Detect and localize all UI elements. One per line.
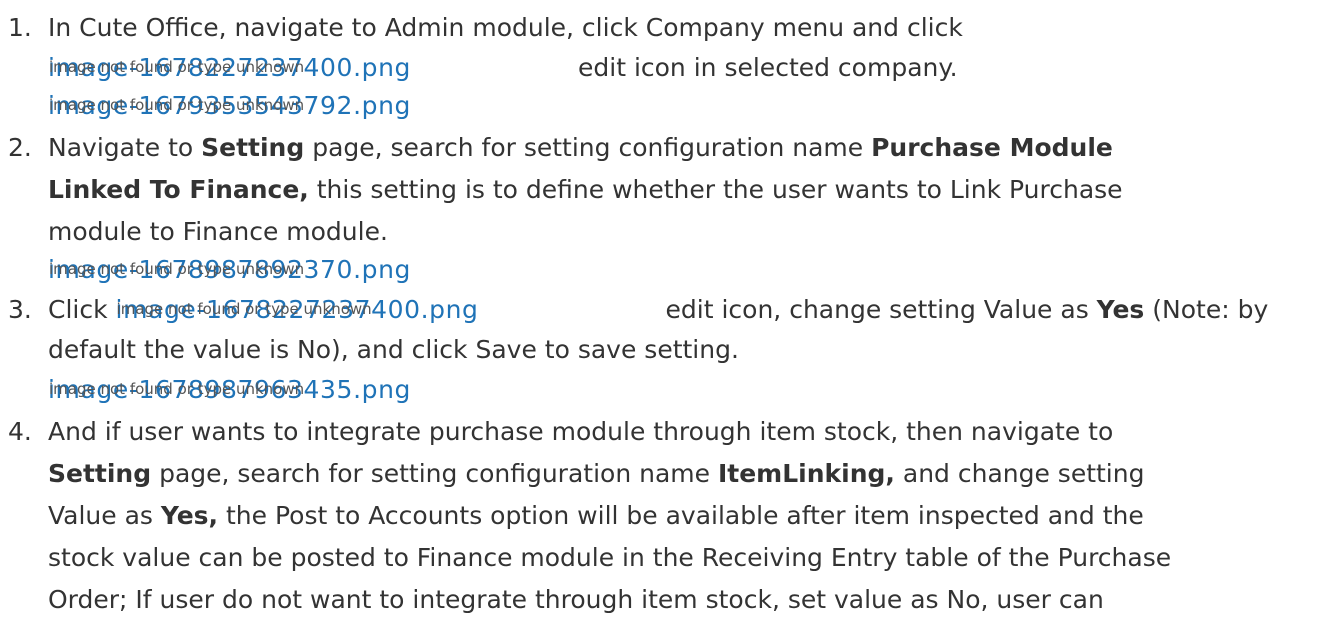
broken-image-alt: image not found or type unknown	[49, 58, 305, 76]
broken-image-alt: image not found or type unknown	[49, 96, 305, 114]
purchase-module-bold: Purchase Module	[871, 133, 1113, 162]
setting-bold: Setting	[201, 133, 305, 162]
step-4-number: 4.	[8, 417, 32, 446]
step-4-t3: and change setting	[894, 459, 1145, 488]
broken-image-1678227237400: image-1678227237400.png image not found o…	[116, 290, 666, 324]
step-4-line-3: Value as Yes, the Post to Accounts optio…	[48, 496, 1144, 536]
step-1-text: In Cute Office, navigate to Admin module…	[48, 13, 963, 42]
step-4-t6: stock value can be posted to Finance mod…	[48, 543, 1172, 572]
broken-image-1679353543792: image-1679353543792.png image not found …	[48, 86, 411, 120]
step-2-line-2: Linked To Finance, this setting is to de…	[48, 170, 1123, 210]
step-2-t4: module to Finance module.	[48, 217, 388, 246]
broken-image-alt: image not found or type unknown	[49, 260, 305, 278]
yes-bold: Yes,	[160, 501, 219, 530]
yes-bold: Yes	[1096, 295, 1145, 324]
step-3-t2: edit icon, change setting Value as	[665, 295, 1097, 324]
step-2-text-1: Navigate to Setting page, search for set…	[48, 128, 1113, 168]
linked-to-finance-bold: Linked To Finance,	[48, 175, 309, 204]
step-4-t2: page, search for setting configuration n…	[151, 459, 718, 488]
instruction-document: 1. In Cute Office, navigate to Admin mod…	[0, 0, 1339, 619]
step-2-line-3: module to Finance module.	[48, 212, 388, 252]
step-2-t2: page, search for setting configuration n…	[304, 133, 872, 162]
broken-image-1678987963435: image-1678987963435.png image not found …	[48, 370, 411, 404]
step-1-line-2: image-1678227237400.png image not found …	[48, 48, 958, 88]
step-4-t7: Order; If user do not want to integrate …	[48, 585, 1104, 614]
step-4-t1: And if user wants to integrate purchase …	[48, 417, 1114, 446]
step-3-t4: default the value is No), and click Save…	[48, 335, 739, 364]
step-4-t4: Value as	[48, 501, 161, 530]
broken-image-alt: image not found or type unknown	[116, 300, 372, 318]
itemlinking-bold: ItemLinking,	[717, 459, 895, 488]
step-4-t5: the Post to Accounts option will be avai…	[218, 501, 1144, 530]
step-3-t3: (Note: by	[1144, 295, 1269, 324]
step-3-text-1: Click image-1678227237400.png image not f…	[48, 290, 1268, 330]
step-2-t3: this setting is to define whether the us…	[308, 175, 1123, 204]
step-1-line-3: image-1679353543792.png image not found …	[48, 86, 411, 126]
step-4-line-2: Setting page, search for setting configu…	[48, 454, 1144, 494]
step-1-edit-text: edit icon in selected company.	[578, 53, 958, 82]
step-2-number: 2.	[8, 133, 32, 162]
setting-bold: Setting	[48, 459, 152, 488]
step-2-line-4: image-1678987892370.png image not found …	[48, 250, 411, 290]
step-1-number: 1.	[8, 13, 32, 42]
step-3-t1: Click	[48, 295, 116, 324]
step-3-line-3: image-1678987963435.png image not found …	[48, 370, 411, 410]
broken-image-1678227237400: image-1678227237400.png image not found …	[48, 48, 578, 82]
broken-image-alt: image not found or type unknown	[49, 380, 305, 398]
broken-image-1678987892370: image-1678987892370.png image not found …	[48, 250, 411, 284]
step-2-t1: Navigate to	[48, 133, 202, 162]
step-3-line-2: default the value is No), and click Save…	[48, 330, 739, 370]
step-3-number: 3.	[8, 295, 32, 324]
step-4-line-5: Order; If user do not want to integrate …	[48, 580, 1104, 620]
step-4-line-4: stock value can be posted to Finance mod…	[48, 538, 1171, 578]
